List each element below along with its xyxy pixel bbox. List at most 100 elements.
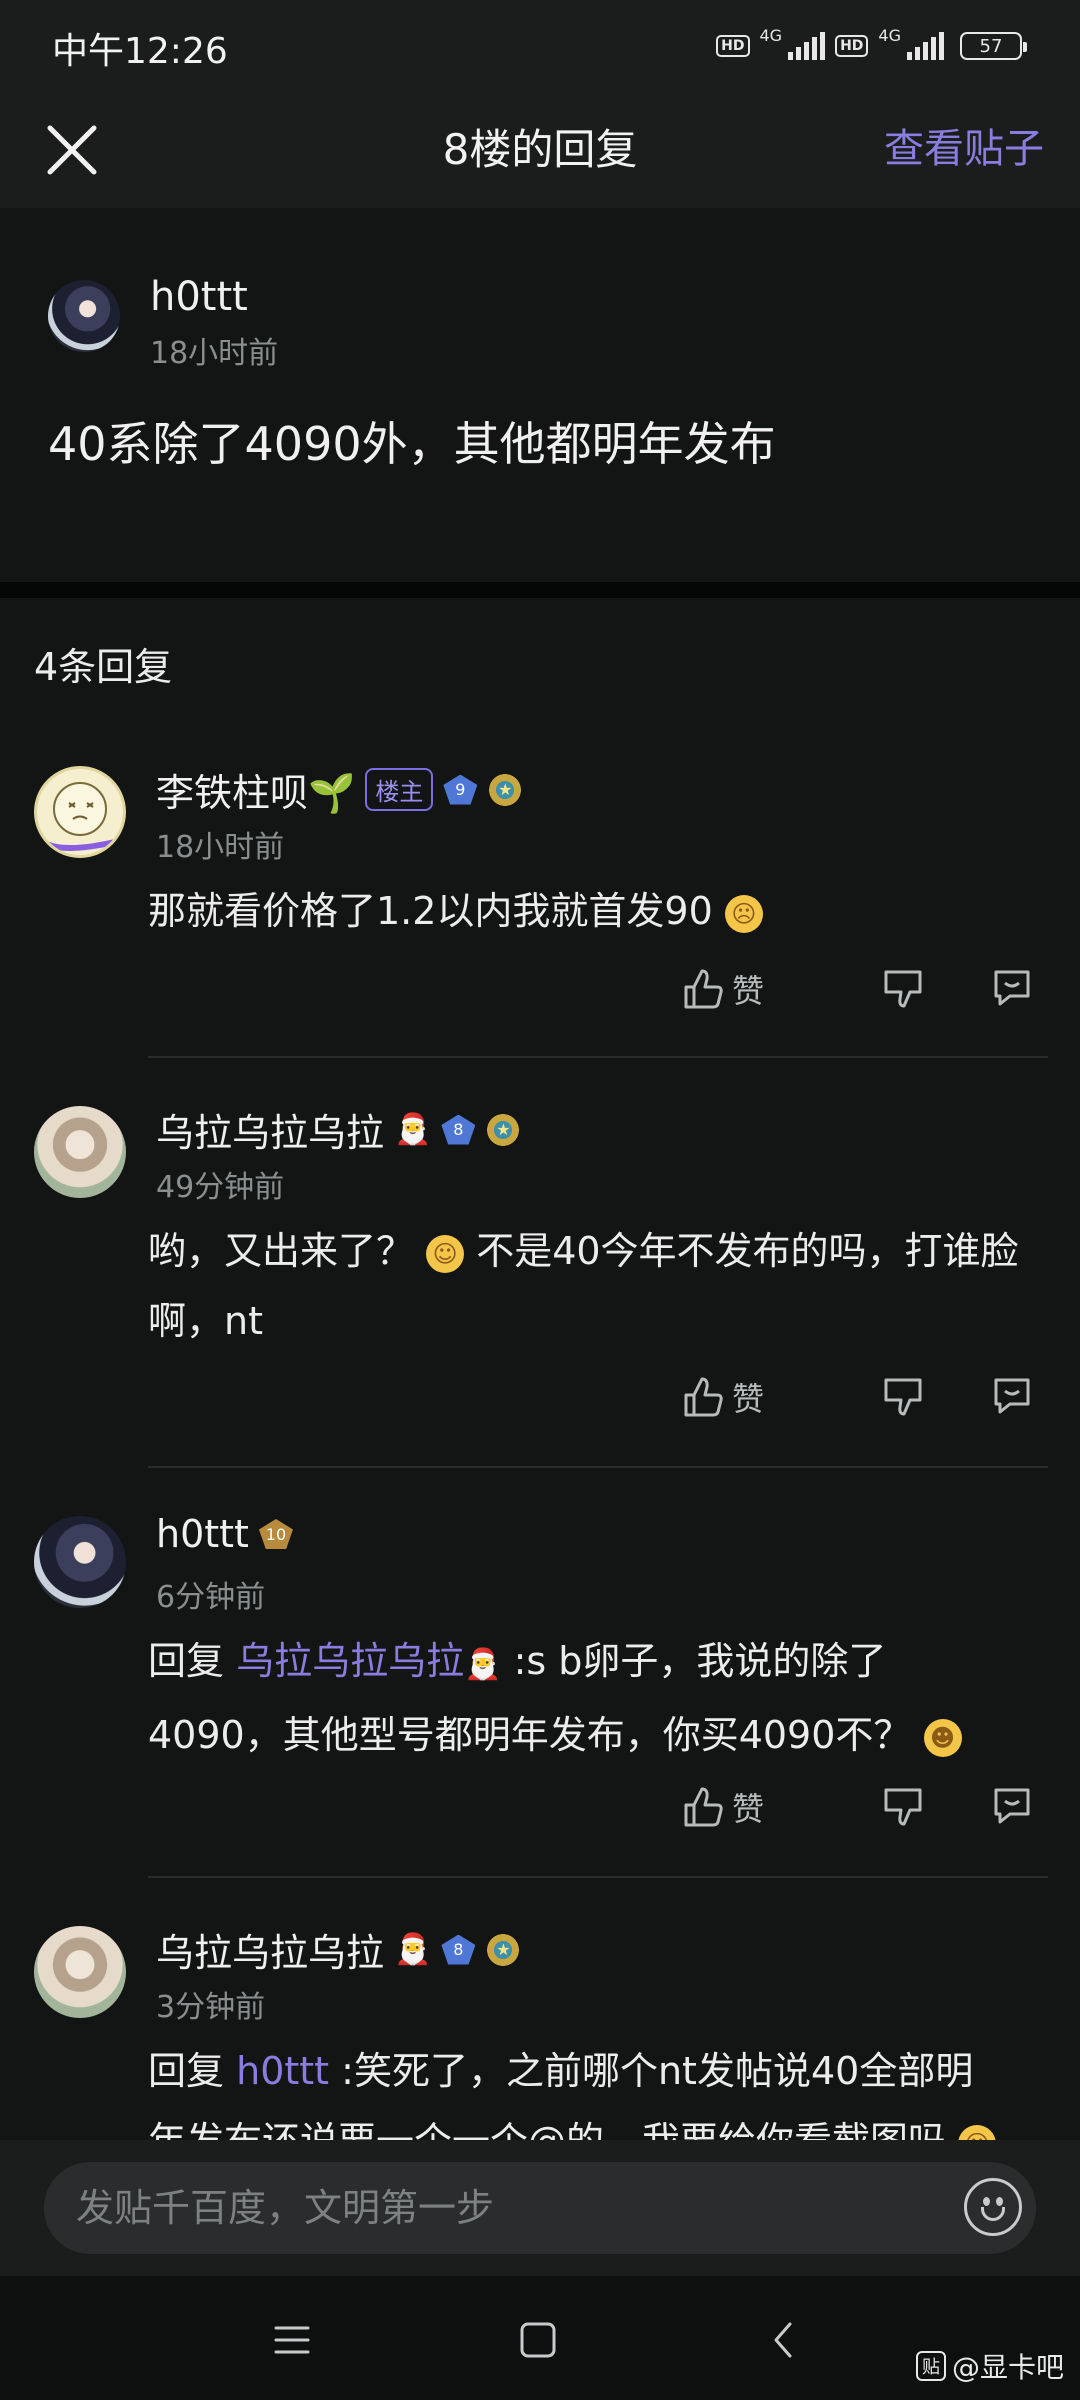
- reply-content: 回复 乌拉乌拉乌拉🎅 :s b卵子，我说的除了 4090，其他型号都明年发布，你…: [148, 1626, 1038, 1770]
- replies-count: 4条回复: [34, 645, 173, 689]
- reply-actions: 赞: [0, 1778, 1080, 1838]
- like-button[interactable]: 赞: [682, 966, 764, 1012]
- hd-icon: HD: [716, 35, 750, 57]
- reply-text: :s b卵子，我说的除了: [513, 1639, 887, 1683]
- reply-content: 哟，又出来了？ ☺ 不是40今年不发布的吗，打谁脸 啊，nt: [148, 1216, 1038, 1356]
- network-type-label: 4G: [759, 26, 783, 45]
- reply-time: 6分钟前: [156, 1580, 266, 1615]
- medal-icon: ★: [485, 1111, 522, 1148]
- like-label: 赞: [732, 1790, 765, 1828]
- medal-icon: ★: [487, 771, 524, 808]
- comment-icon: [994, 970, 1030, 1006]
- view-post-link[interactable]: 查看贴子: [884, 116, 1044, 174]
- author-name[interactable]: 乌拉乌拉乌拉: [156, 1922, 384, 1977]
- avatar[interactable]: [34, 1926, 126, 2018]
- comment-button[interactable]: [990, 1374, 1034, 1418]
- hd-icon: HD: [835, 35, 869, 57]
- divider: [148, 1056, 1048, 1058]
- network-type-label: 4G: [878, 26, 901, 45]
- watermark: 贴 @显卡吧: [915, 2346, 1064, 2386]
- author-name[interactable]: 乌拉乌拉乌拉: [156, 1102, 384, 1157]
- avatar[interactable]: [34, 1106, 126, 1198]
- signal-icon: [788, 32, 826, 60]
- author-name[interactable]: 李铁柱呗🌱: [156, 762, 355, 817]
- level-badge-icon: 9: [443, 774, 478, 805]
- like-button[interactable]: 赞: [682, 1784, 764, 1830]
- reply-author: 李铁柱呗🌱 楼主 9 ★: [156, 762, 524, 817]
- medal-icon: ★: [485, 1931, 522, 1968]
- status-time: 中午12:26: [52, 31, 228, 72]
- thumbs-down-icon: [884, 970, 922, 1008]
- system-navigation-bar: 贴 @显卡吧: [0, 2276, 1080, 2400]
- reply-prefix: 回复: [148, 1639, 225, 1683]
- reply-author: 乌拉乌拉乌拉 🎅 8 ★: [156, 1102, 522, 1157]
- reply-content: 那就看价格了1.2以内我就首发90 ☹: [148, 876, 1038, 946]
- hug-emoji-icon: ☺: [426, 1234, 465, 1273]
- menu-button[interactable]: [264, 2312, 320, 2368]
- smiley-icon: [981, 2207, 1005, 2221]
- reply-time: 3分钟前: [156, 1990, 266, 2025]
- back-icon: [774, 2322, 792, 2358]
- home-button[interactable]: [510, 2312, 566, 2368]
- avatar[interactable]: [34, 766, 126, 858]
- comment-input-bar: [0, 2140, 1080, 2276]
- reply-time: 18小时前: [156, 830, 285, 865]
- laugh-emoji-icon: ☻: [923, 1718, 962, 1757]
- thumbs-down-icon: [884, 1378, 922, 1416]
- reply-text: 那就看价格了1.2以内我就首发90: [148, 889, 713, 933]
- comment-icon: [994, 1788, 1030, 1824]
- reply-text: 不是40今年不发布的吗，打谁脸: [476, 1229, 1019, 1273]
- like-label: 赞: [732, 1380, 765, 1418]
- emoji-button[interactable]: [964, 2178, 1022, 2236]
- like-label: 赞: [732, 972, 765, 1010]
- home-icon: [520, 2322, 556, 2358]
- thumbs-up-icon: [684, 1377, 723, 1417]
- comment-input[interactable]: [44, 2162, 1036, 2254]
- section-divider: [0, 582, 1080, 598]
- santa-icon: 🎅: [394, 1112, 432, 1147]
- author-name[interactable]: h0ttt: [156, 1512, 249, 1556]
- dislike-button[interactable]: [882, 1376, 924, 1420]
- tieba-logo-icon: 贴: [915, 2351, 946, 2381]
- comment-button[interactable]: [990, 966, 1034, 1010]
- avatar[interactable]: [34, 1516, 126, 1608]
- santa-icon: 🎅: [464, 1647, 502, 1682]
- thumbs-up-icon: [684, 1787, 723, 1827]
- host-badge: 楼主: [365, 768, 434, 811]
- dislike-button[interactable]: [882, 1786, 924, 1830]
- like-button[interactable]: 赞: [682, 1374, 764, 1420]
- mention-link[interactable]: h0ttt: [236, 2049, 329, 2093]
- reply-actions: 赞: [0, 960, 1080, 1020]
- status-bar: 中午12:26 HD 4G HD 4G 57: [0, 0, 1080, 92]
- watermark-text: @显卡吧: [951, 2351, 1064, 2384]
- back-button[interactable]: [756, 2312, 812, 2368]
- status-icons: HD 4G HD 4G 57: [716, 26, 1027, 66]
- thumbs-down-icon: [884, 1788, 922, 1826]
- avatar[interactable]: [48, 280, 120, 352]
- reply-actions: 赞: [0, 1368, 1080, 1428]
- menu-icon: [274, 2326, 310, 2354]
- reply-author: 乌拉乌拉乌拉 🎅 8 ★: [156, 1922, 522, 1977]
- reply-author: h0ttt 10: [156, 1512, 293, 1556]
- signal-icon: [907, 32, 944, 60]
- reply-text: :笑死了，之前哪个nt发帖说40全部明: [341, 2049, 974, 2093]
- mention-link[interactable]: 乌拉乌拉乌拉: [236, 1639, 464, 1683]
- main-post: h0ttt 18小时前 40系除了4090外，其他都明年发布: [0, 208, 1080, 582]
- reply-text: 4090，其他型号都明年发布，你买4090不？: [148, 1713, 912, 1757]
- post-time: 18小时前: [150, 336, 279, 371]
- santa-icon: 🎅: [394, 1932, 432, 1967]
- reply-text: 啊，nt: [148, 1299, 263, 1343]
- battery-icon: 57: [960, 32, 1027, 60]
- sad-emoji-icon: ☹: [724, 894, 763, 933]
- level-badge-icon: 10: [258, 1519, 293, 1549]
- reply-time: 49分钟前: [156, 1170, 285, 1205]
- comment-button[interactable]: [990, 1784, 1034, 1828]
- nav-bar: 8楼的回复 查看贴子: [0, 92, 1080, 208]
- level-badge-icon: 8: [441, 1114, 476, 1145]
- divider: [148, 1876, 1048, 1878]
- author-name[interactable]: h0ttt: [150, 274, 248, 320]
- thumbs-up-icon: [684, 969, 723, 1009]
- cartoon-face-icon: [39, 782, 120, 851]
- divider: [148, 1466, 1048, 1468]
- dislike-button[interactable]: [882, 968, 924, 1012]
